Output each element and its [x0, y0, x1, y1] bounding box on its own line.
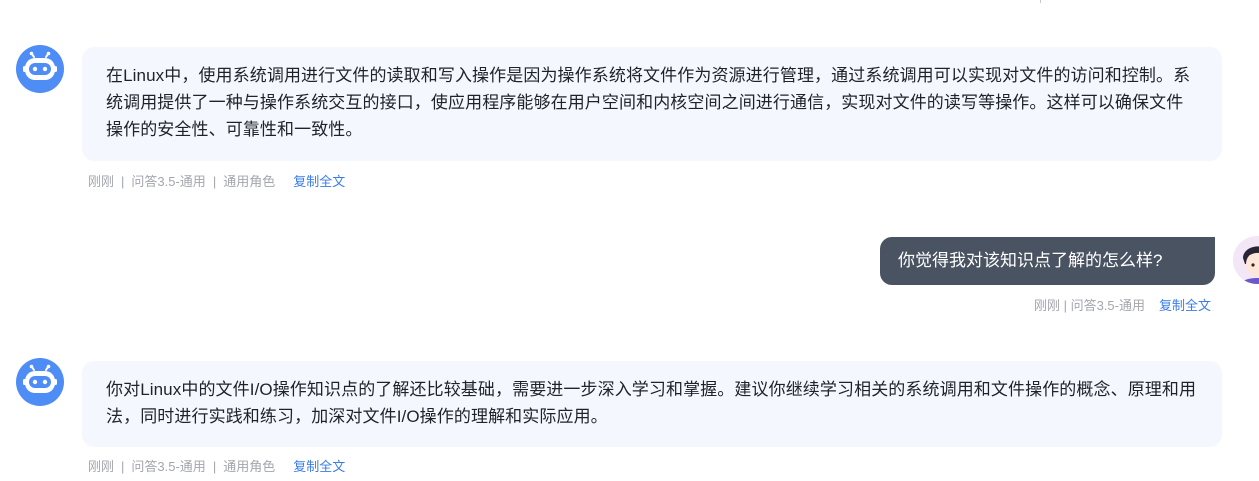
message-model: 问答3.5-通用: [131, 174, 206, 189]
robot-icon: [16, 45, 64, 93]
message-role: 通用角色: [223, 459, 276, 474]
meta-separator: |: [212, 174, 217, 189]
message-time-model: 刚刚 | 问答3.5-通用: [1033, 298, 1145, 313]
copy-all-link[interactable]: 复制全文: [1159, 298, 1211, 313]
chat-page: 在Linux中，使用系统调用进行文件的读取和写入操作是因为操作系统将文件作为资源…: [0, 0, 1259, 481]
assistant-message-text: 你对Linux中的文件I/O操作知识点的了解还比较基础，需要进一步深入学习和掌握…: [106, 380, 1197, 426]
message-model: 问答3.5-通用: [131, 459, 206, 474]
message-meta: 刚刚 | 问答3.5-通用 | 通用角色 复制全文: [88, 173, 345, 191]
assistant-message-bubble: 在Linux中，使用系统调用进行文件的读取和写入操作是因为操作系统将文件作为资源…: [82, 47, 1222, 161]
message-meta: 刚刚 | 问答3.5-通用 复制全文: [1034, 297, 1211, 315]
robot-icon: [16, 358, 64, 406]
user-message-text: 你觉得我对该知识点了解的怎么样?: [898, 251, 1163, 270]
user-message-bubble: 你觉得我对该知识点了解的怎么样?: [880, 237, 1215, 285]
assistant-message-bubble: 你对Linux中的文件I/O操作知识点的了解还比较基础，需要进一步深入学习和掌握…: [82, 361, 1222, 447]
copy-all-link[interactable]: 复制全文: [293, 459, 345, 474]
meta-separator: |: [121, 174, 125, 189]
meta-separator: |: [121, 459, 125, 474]
copy-all-link[interactable]: 复制全文: [293, 174, 345, 189]
message-meta: 刚刚 | 问答3.5-通用 | 通用角色 复制全文: [88, 458, 345, 476]
message-time: 刚刚: [88, 459, 115, 474]
user-avatar-icon: [1233, 236, 1259, 284]
message-role: 通用角色: [223, 174, 276, 189]
assistant-message-text: 在Linux中，使用系统调用进行文件的读取和写入操作是因为操作系统将文件作为资源…: [106, 66, 1191, 139]
message-time: 刚刚: [88, 174, 115, 189]
divider: [1040, 0, 1041, 3]
meta-separator: |: [212, 459, 217, 474]
